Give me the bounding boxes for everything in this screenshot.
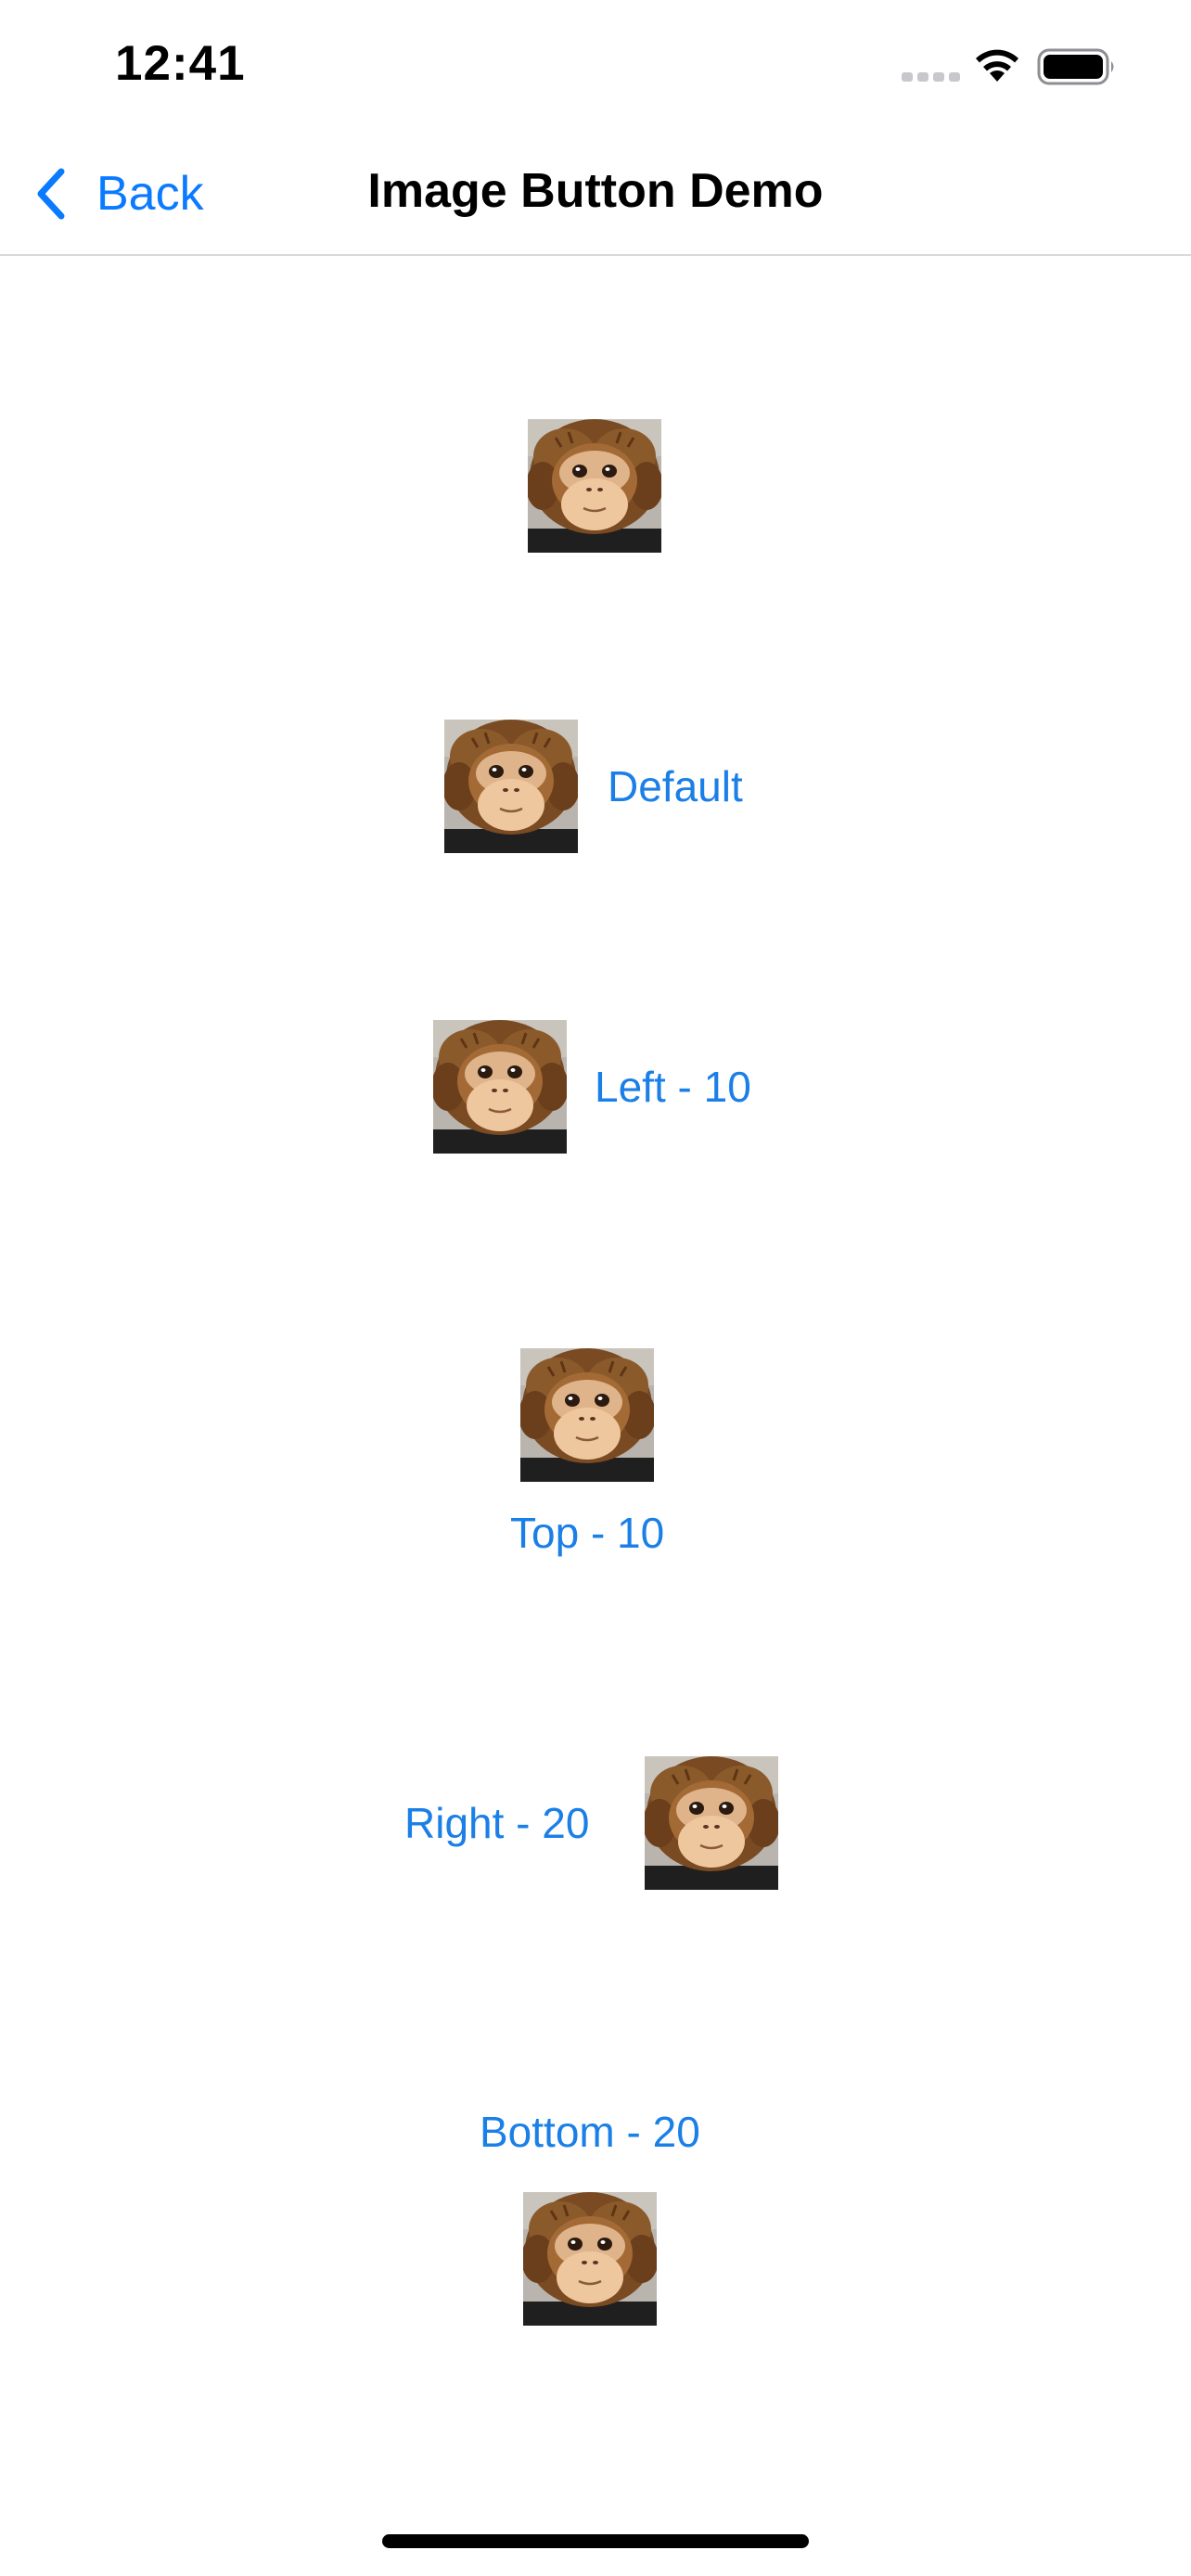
home-indicator[interactable] [382, 2534, 809, 2548]
button-label: Left - 10 [595, 1063, 751, 1111]
page-title: Image Button Demo [367, 164, 824, 218]
button-label: Top - 10 [510, 1509, 665, 1557]
battery-icon [1037, 48, 1114, 85]
image-only-button[interactable] [528, 419, 661, 553]
top-10-button[interactable]: Top - 10 [510, 1348, 664, 1558]
cellular-signal-icon [902, 72, 960, 82]
default-button[interactable]: Default [444, 720, 743, 853]
monkey-image [433, 1020, 567, 1154]
button-label: Bottom - 20 [480, 2108, 700, 2156]
status-bar: 12:41 [0, 0, 1191, 130]
monkey-image [523, 2192, 657, 2326]
monkey-image [645, 1756, 778, 1890]
status-time: 12:41 [115, 36, 246, 91]
navigation-bar: Back Image Button Demo [0, 130, 1191, 256]
bottom-20-button[interactable]: Bottom - 20 [480, 2107, 700, 2326]
content-area: Default Left - 10 Top - 10 Right - 20 Bo… [0, 256, 1191, 2500]
button-label: Default [608, 762, 743, 810]
right-20-button[interactable]: Right - 20 [404, 1756, 778, 1890]
wifi-icon [976, 49, 1018, 82]
monkey-image [528, 419, 661, 553]
monkey-image [444, 720, 578, 853]
button-label: Right - 20 [404, 1799, 590, 1847]
left-10-button[interactable]: Left - 10 [433, 1020, 751, 1154]
monkey-image [520, 1348, 654, 1482]
